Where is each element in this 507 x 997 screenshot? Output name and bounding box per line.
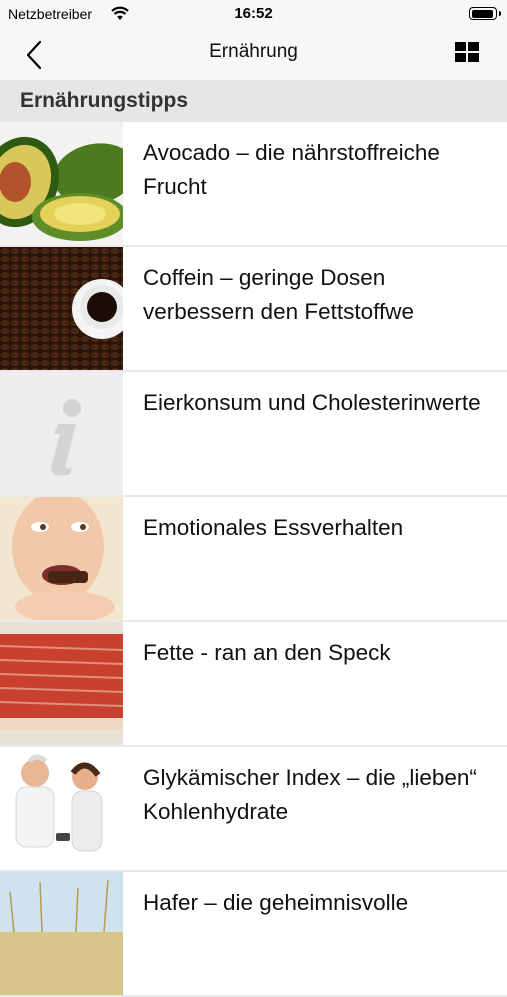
grid-icon[interactable] (455, 42, 479, 62)
avocado-image (0, 122, 123, 245)
fitness-couple-image (0, 747, 123, 870)
list-item[interactable]: Avocado – die nährstoffreiche Frucht (0, 122, 507, 247)
battery-icon (469, 7, 501, 20)
list-item-label: Fette - ran an den Speck (143, 640, 391, 665)
section-title: Ernährungstipps (20, 89, 189, 112)
navigation-bar: Ernährung (0, 28, 507, 80)
woman-eating-chocolate-image (0, 497, 123, 620)
bacon-image (0, 622, 123, 745)
list-item[interactable]: Fette - ran an den Speck (0, 622, 507, 747)
list-item[interactable]: Hafer – die geheimnisvolle (0, 872, 507, 997)
oat-field-image (0, 872, 123, 995)
list-item-label: Coffein – geringe Dosen verbessern den F… (143, 265, 414, 324)
list-item[interactable]: Emotionales Essverhalten (0, 497, 507, 622)
list-item-label: Eierkonsum und Cholesterinwerte (143, 390, 481, 415)
list-item-label: Hafer – die geheimnisvolle (143, 890, 409, 915)
tips-list: Avocado – die nährstoffreiche Frucht Cof… (0, 122, 507, 997)
section-header: Ernährungstipps (0, 80, 507, 122)
clock: 16:52 (234, 5, 273, 22)
status-bar: Netzbetreiber 16:52 (0, 0, 507, 28)
list-item-label: Glykämischer Index – die „lieben“ Kohlen… (143, 765, 477, 824)
list-item-label: Avocado – die nährstoffreiche Frucht (143, 140, 440, 199)
list-item[interactable]: Glykämischer Index – die „lieben“ Kohlen… (0, 747, 507, 872)
list-item[interactable]: Eierkonsum und Cholesterinwerte (0, 372, 507, 497)
coffee-beans-image (0, 247, 123, 370)
page-title: Ernährung (209, 41, 298, 62)
info-placeholder-icon (0, 372, 123, 495)
list-item-label: Emotionales Essverhalten (143, 515, 404, 540)
list-item[interactable]: Coffein – geringe Dosen verbessern den F… (0, 247, 507, 372)
